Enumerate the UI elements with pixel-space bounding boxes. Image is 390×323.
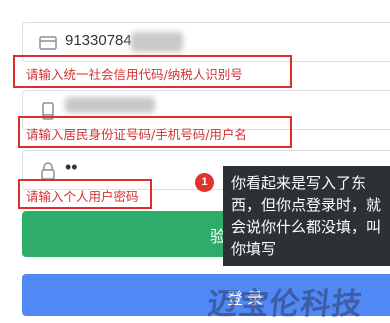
id-card-icon bbox=[38, 33, 58, 53]
annotation-text: 你看起来是写入了东西，但你点登录时，就会说你什么都没填，叫你填写 bbox=[231, 174, 382, 258]
lock-icon bbox=[38, 161, 58, 181]
annotation-number-badge: 1 bbox=[195, 173, 214, 192]
login-card: 91330784 请输入统一社会信用代码/纳税人识别号 请输入居民身份证号码/手… bbox=[0, 0, 390, 323]
redaction-blur bbox=[65, 97, 155, 113]
password-error: 请输入个人用户密码 bbox=[26, 189, 139, 204]
credit-code-error: 请输入统一社会信用代码/纳税人识别号 bbox=[26, 67, 243, 82]
watermark-logo: 迈宝伦科技 bbox=[205, 287, 365, 322]
annotation-tooltip: 你看起来是写入了东西，但你点登录时，就会说你什么都没填，叫你填写 bbox=[223, 166, 390, 266]
password-value: •• bbox=[65, 157, 78, 177]
redaction-blur bbox=[131, 32, 183, 52]
account-error: 请输入居民身份证号码/手机号码/用户名 bbox=[26, 127, 247, 142]
credit-code-value: 91330784 bbox=[65, 32, 132, 49]
